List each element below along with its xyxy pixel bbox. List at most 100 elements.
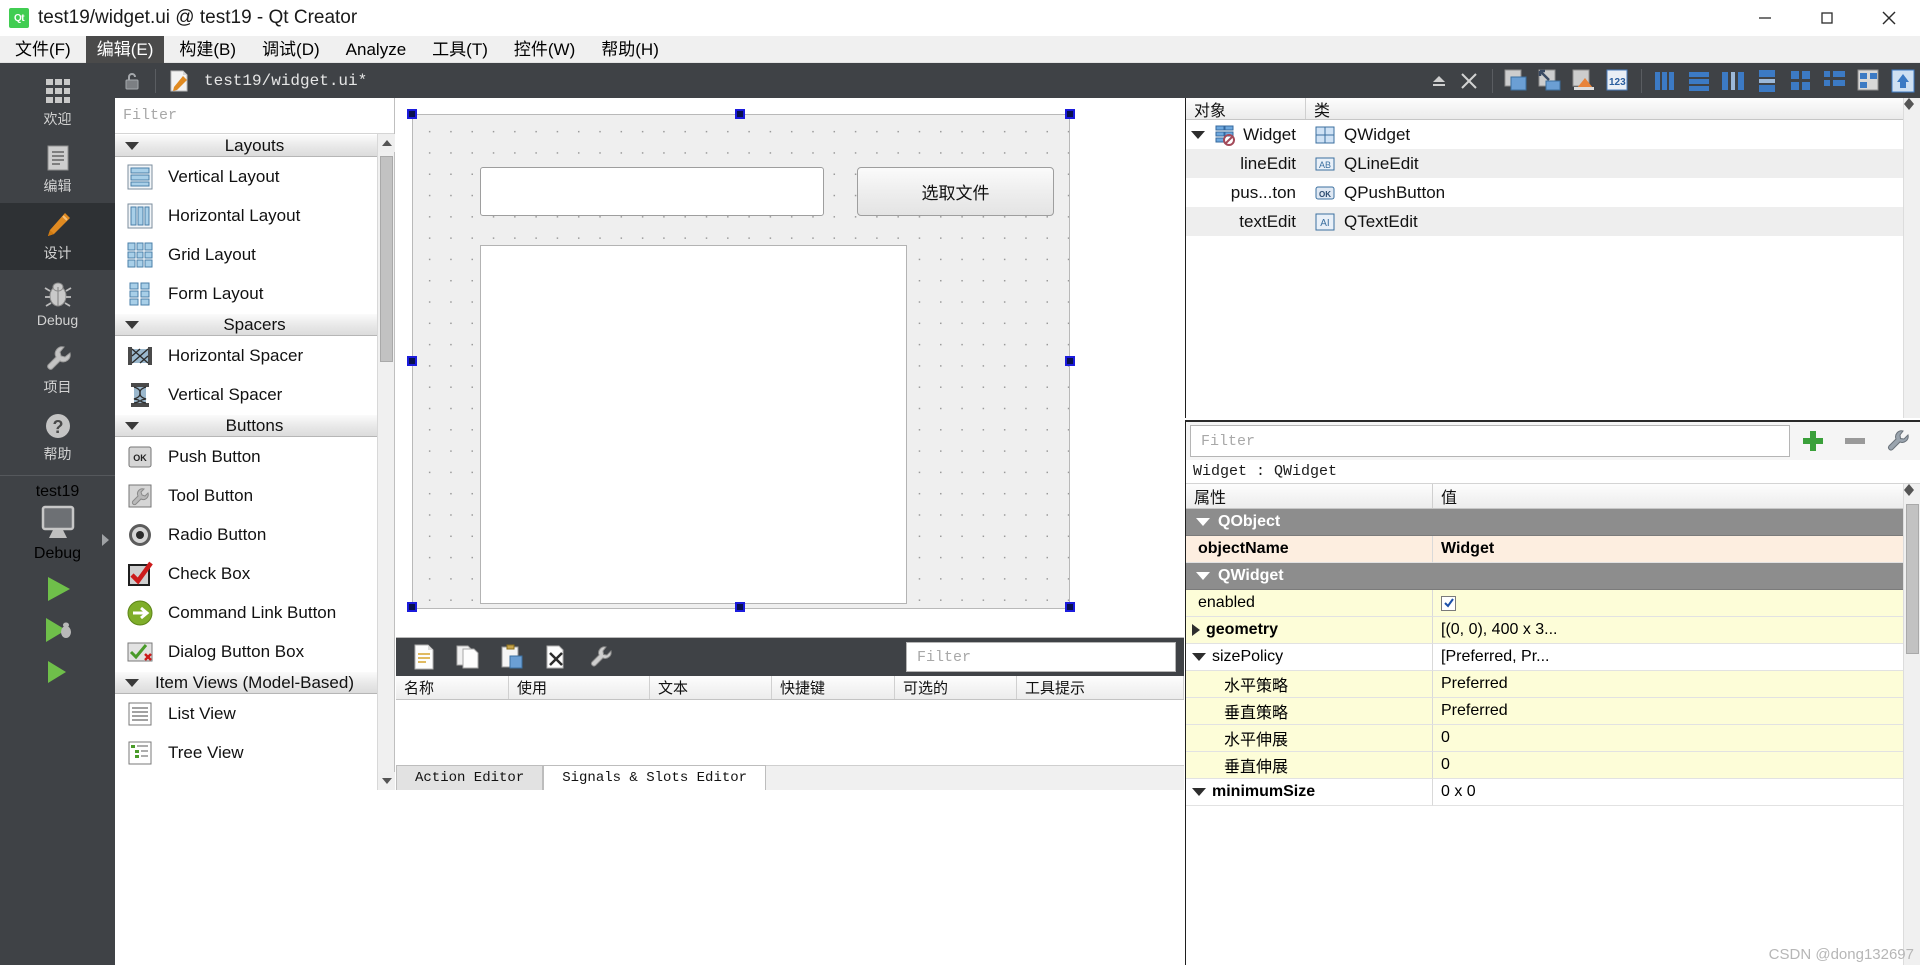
remove-property-button[interactable] (1836, 424, 1874, 458)
object-inspector-scrollbar[interactable] (1903, 98, 1920, 418)
scroll-down-button[interactable] (378, 772, 395, 790)
layout-splitter-vertical-button[interactable] (1750, 65, 1784, 96)
resize-handle-top-left[interactable] (407, 109, 417, 119)
menu-debug[interactable]: 调试(D) (251, 36, 331, 63)
property-row-horizontal-stretch[interactable]: 水平伸展 0 (1186, 725, 1920, 752)
copy-action-button[interactable] (448, 641, 488, 673)
property-value-cell[interactable]: Preferred (1433, 671, 1920, 698)
column-shortcut[interactable]: 快捷键 (772, 676, 895, 699)
build-button[interactable] (40, 655, 76, 687)
layout-form-button[interactable] (1818, 65, 1852, 96)
column-tooltip[interactable]: 工具提示 (1017, 676, 1184, 699)
widgetbox-filter[interactable] (115, 98, 394, 134)
object-inspector-row-widget[interactable]: Widget QWidget (1186, 120, 1920, 149)
column-checkable[interactable]: 可选的 (895, 676, 1017, 699)
edit-widgets-button[interactable] (1499, 65, 1533, 96)
action-editor-body[interactable] (396, 700, 1184, 766)
widgetbox-group-buttons[interactable]: Buttons (115, 414, 394, 437)
edit-buddies-button[interactable] (1567, 65, 1601, 96)
close-button[interactable] (1858, 0, 1920, 36)
property-row-horizontal-policy[interactable]: 水平策略 Preferred (1186, 671, 1920, 698)
chevron-down-icon[interactable] (1192, 788, 1206, 796)
column-used[interactable]: 使用 (509, 676, 650, 699)
property-row-sizepolicy[interactable]: sizePolicy [Preferred, Pr... (1186, 644, 1920, 671)
scroll-down-button[interactable] (1904, 104, 1920, 110)
resize-handle-top[interactable] (735, 109, 745, 119)
property-value-cell[interactable]: 0 (1433, 752, 1920, 779)
resize-handle-left[interactable] (407, 356, 417, 366)
unlock-icon[interactable] (115, 65, 149, 96)
mode-design[interactable]: 设计 (0, 203, 115, 270)
property-value-cell[interactable]: Widget (1433, 536, 1920, 563)
scroll-thumb[interactable] (1906, 504, 1919, 654)
scroll-up-button[interactable] (378, 134, 395, 152)
menu-edit[interactable]: 编辑(E) (85, 35, 165, 63)
mode-edit[interactable]: 编辑 (0, 136, 115, 203)
layout-splitter-horizontal-button[interactable] (1716, 65, 1750, 96)
widgetbox-item-radio-button[interactable]: Radio Button (115, 515, 394, 554)
widgetbox-item-vertical-spacer[interactable]: Vertical Spacer (115, 375, 394, 414)
widgetbox-group-item-views[interactable]: Item Views (Model-Based) (115, 671, 394, 694)
resize-handle-bottom-right[interactable] (1065, 602, 1075, 612)
run-button[interactable] (40, 573, 76, 605)
action-editor-filter-input[interactable] (915, 647, 1175, 667)
form-lineedit[interactable] (480, 167, 824, 216)
form-canvas[interactable]: 选取文件 (396, 98, 1184, 636)
debug-button[interactable] (40, 614, 76, 646)
widgetbox-item-grid-layout[interactable]: Grid Layout (115, 235, 394, 274)
maximize-button[interactable] (1796, 0, 1858, 36)
property-value-cell[interactable]: Preferred (1433, 698, 1920, 725)
chevron-right-icon[interactable] (1192, 624, 1200, 636)
close-x-icon[interactable] (1452, 65, 1486, 96)
chevron-down-icon[interactable] (1196, 518, 1210, 526)
adjust-size-button[interactable] (1886, 65, 1920, 96)
form-pushbutton[interactable]: 选取文件 (857, 167, 1054, 216)
property-value-cell[interactable]: [Preferred, Pr... (1433, 644, 1920, 671)
menu-help[interactable]: 帮助(H) (590, 36, 670, 63)
property-row-objectname[interactable]: objectName Widget (1186, 536, 1920, 563)
open-file-name[interactable]: test19/widget.ui* (204, 72, 367, 90)
widgetbox-group-layouts[interactable]: Layouts (115, 134, 394, 157)
resize-handle-bottom-left[interactable] (407, 602, 417, 612)
action-editor-filter[interactable] (906, 642, 1176, 672)
menu-build[interactable]: 构建(B) (168, 36, 247, 63)
break-layout-button[interactable] (1852, 65, 1886, 96)
property-value-cell[interactable] (1433, 590, 1920, 617)
widgetbox-scrollbar[interactable] (377, 134, 395, 790)
new-action-button[interactable] (404, 641, 444, 673)
property-row-vertical-policy[interactable]: 垂直策略 Preferred (1186, 698, 1920, 725)
edit-signals-slots-button[interactable] (1533, 65, 1567, 96)
property-row-enabled[interactable]: enabled (1186, 590, 1920, 617)
scroll-thumb[interactable] (380, 156, 393, 362)
property-group-qwidget[interactable]: QWidget (1186, 563, 1920, 590)
column-text[interactable]: 文本 (650, 676, 772, 699)
mode-debug[interactable]: Debug (0, 270, 115, 337)
add-property-button[interactable] (1794, 424, 1832, 458)
property-row-minimumsize[interactable]: minimumSize 0 x 0 (1186, 779, 1920, 806)
widgetbox-item-push-button[interactable]: OK Push Button (115, 437, 394, 476)
property-value-cell[interactable]: [(0, 0), 400 x 3... (1433, 617, 1920, 644)
delete-action-button[interactable] (536, 641, 576, 673)
property-editor-filter-input[interactable] (1199, 431, 1789, 451)
widgetbox-filter-input[interactable] (121, 106, 394, 125)
kit-selector[interactable]: test19 Debug (0, 476, 115, 563)
mode-projects[interactable]: 项目 (0, 337, 115, 404)
widgetbox-item-vertical-layout[interactable]: Vertical Layout (115, 157, 394, 196)
property-value-cell[interactable]: 0 (1433, 725, 1920, 752)
form-widget[interactable]: 选取文件 (412, 114, 1070, 609)
mode-welcome[interactable]: 欢迎 (0, 69, 115, 136)
widgetbox-group-spacers[interactable]: Spacers (115, 313, 394, 336)
widgetbox-item-list-view[interactable]: List View (115, 694, 394, 733)
tab-action-editor[interactable]: Action Editor (396, 765, 544, 790)
paste-action-button[interactable] (492, 641, 532, 673)
mode-help[interactable]: ? 帮助 (0, 404, 115, 471)
edit-tab-order-button[interactable]: 123 (1601, 65, 1635, 96)
configure-property-button[interactable] (1878, 424, 1916, 458)
widgetbox-item-tool-button[interactable]: Tool Button (115, 476, 394, 515)
menu-widgets[interactable]: 控件(W) (503, 36, 586, 63)
column-property[interactable]: 属性 (1186, 484, 1433, 508)
object-inspector-row-lineedit[interactable]: lineEdit AB QLineEdit (1186, 149, 1920, 178)
widgetbox-item-tree-view[interactable]: Tree View (115, 733, 394, 772)
property-editor-filter[interactable] (1190, 425, 1790, 457)
enabled-checkbox[interactable] (1441, 595, 1456, 611)
